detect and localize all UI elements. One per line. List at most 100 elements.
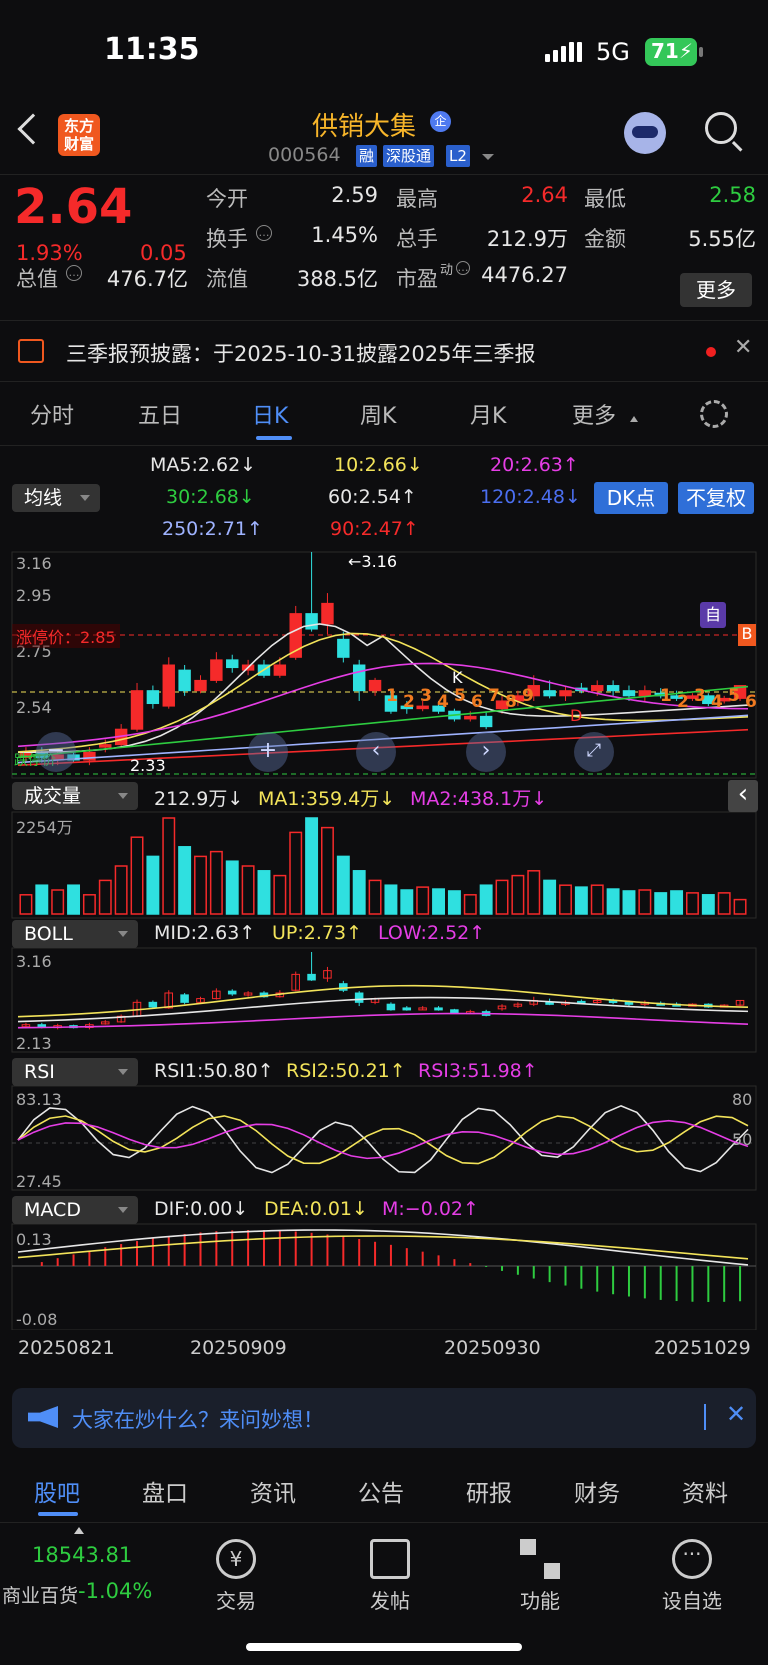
candle-body: [337, 638, 350, 658]
scroll-right-button[interactable]: ›: [466, 732, 506, 772]
volume-bar: [527, 870, 541, 915]
home-indicator: [246, 1643, 522, 1651]
scroll-left-button[interactable]: ‹: [356, 732, 396, 772]
td-count-number: 1: [660, 686, 672, 706]
volume-bar: [51, 889, 65, 915]
tab-finance[interactable]: 财务: [574, 1474, 620, 1508]
boll-candle-body: [307, 973, 316, 981]
macd-dea: DEA:0.01↓: [264, 1198, 368, 1220]
tab-indicator: [38, 1512, 78, 1516]
candle-body: [622, 690, 636, 697]
volume-bar: [82, 894, 96, 915]
megaphone-icon: [28, 1406, 58, 1428]
ask-ai-bar[interactable]: 大家在炒什么？来问妙想！ ✕: [12, 1388, 756, 1448]
tab-research[interactable]: 研报: [466, 1474, 512, 1508]
volume-bar: [19, 894, 33, 915]
volume-bar: [590, 884, 604, 915]
boll-candle-body: [624, 1001, 634, 1005]
boll-candle-body: [180, 994, 189, 1003]
date-label: 20251029: [654, 1337, 751, 1359]
post-edit-icon[interactable]: [370, 1539, 410, 1579]
tab-orderbook[interactable]: 盘口: [142, 1474, 188, 1508]
rsi2: RSI2:50.21↑: [286, 1060, 406, 1082]
min-price-label: 2.33: [130, 756, 166, 775]
trade-label[interactable]: 交易: [206, 1585, 266, 1614]
index-name[interactable]: 商业百货: [2, 1581, 78, 1608]
expand-caret-icon[interactable]: [74, 1527, 84, 1534]
volume-bar: [146, 855, 160, 915]
volume-selector[interactable]: 成交量: [12, 782, 138, 810]
limit-up-label: 涨停价：2.85: [12, 624, 120, 648]
macd-axis-top: 0.13: [16, 1230, 52, 1249]
candle-body: [210, 659, 223, 681]
function-grid-icon[interactable]: [520, 1539, 560, 1579]
volume-bar: [305, 817, 319, 915]
td-count-number: 5: [454, 686, 466, 706]
rsi-selector[interactable]: RSI: [12, 1058, 138, 1086]
candle-body: [99, 744, 112, 748]
rsi-axis-bottom: 27.45: [16, 1172, 62, 1191]
boll-candle-body: [227, 990, 237, 995]
volume-bar: [447, 890, 461, 915]
post-label[interactable]: 发帖: [360, 1585, 420, 1614]
kline-chart[interactable]: [0, 0, 768, 1330]
candle-body: [638, 690, 652, 697]
td-count-number: 1: [386, 686, 398, 706]
macd-selector[interactable]: MACD: [12, 1196, 138, 1224]
add-watchlist-label[interactable]: 设自选: [656, 1585, 728, 1614]
ask-ai-text[interactable]: 大家在炒什么？来问妙想！: [72, 1404, 324, 1434]
panel-frame: [11, 947, 757, 1053]
volume-bar: [114, 865, 128, 915]
zoom-out-button[interactable]: −: [36, 732, 76, 772]
td-count-number: 4: [711, 692, 723, 712]
volume-bar: [368, 879, 382, 915]
trade-icon[interactable]: ¥: [216, 1539, 256, 1579]
td-count-number: 3: [694, 686, 706, 706]
volume-bar: [209, 850, 223, 915]
candle-body: [194, 679, 207, 692]
volume-bar: [511, 874, 525, 915]
index-change[interactable]: -1.04%: [78, 1579, 152, 1603]
boll-mid: MID:2.63↑: [154, 922, 256, 944]
boll-candle-body: [37, 1024, 47, 1028]
tab-profile[interactable]: 资料: [682, 1474, 728, 1508]
candle-body: [606, 685, 620, 692]
rsi-axis-top: 83.13: [16, 1090, 62, 1109]
date-label: 20250930: [444, 1337, 541, 1359]
boll-candle-body: [354, 992, 364, 1003]
zoom-in-button[interactable]: +: [248, 732, 288, 772]
boll-selector[interactable]: BOLL: [12, 920, 138, 948]
more-dots-icon[interactable]: ···: [672, 1539, 712, 1579]
tab-announcements[interactable]: 公告: [358, 1474, 404, 1508]
panel-frame: [11, 1085, 757, 1191]
buy-signal-badge[interactable]: B: [738, 624, 756, 646]
content-tabs: 股吧 盘口 资讯 公告 研报 财务 资料: [0, 1460, 768, 1522]
volume-bar: [685, 892, 699, 915]
collapse-panel-button[interactable]: ‹: [728, 780, 758, 812]
panel-frame: [11, 811, 757, 919]
close-icon[interactable]: ✕: [726, 1400, 746, 1428]
volume-bar: [178, 846, 192, 915]
candle-body: [543, 690, 556, 697]
candle-body: [416, 705, 429, 710]
volume-bar: [241, 865, 255, 915]
custom-marker[interactable]: 自: [700, 602, 726, 628]
boll-candle-body: [339, 983, 348, 991]
volume-bar: [543, 879, 557, 915]
volume-value: 212.9万↓: [154, 788, 244, 810]
fullscreen-button[interactable]: ⤢: [574, 732, 614, 772]
y-axis-label: 2.54: [16, 698, 52, 717]
index-value[interactable]: 18543.81: [32, 1543, 132, 1567]
volume-bar: [670, 890, 684, 915]
volume-bar: [320, 826, 334, 915]
tab-forum[interactable]: 股吧: [34, 1474, 80, 1508]
volume-bar: [559, 884, 572, 915]
volume-bar: [400, 889, 414, 915]
tab-news[interactable]: 资讯: [250, 1474, 296, 1508]
boll-mid-line: [17, 996, 749, 1023]
td-count-number: 9: [522, 686, 534, 706]
td-count-number: 2: [677, 692, 689, 712]
function-label[interactable]: 功能: [510, 1585, 570, 1614]
candle-body: [305, 613, 318, 630]
volume-bar: [495, 879, 509, 915]
